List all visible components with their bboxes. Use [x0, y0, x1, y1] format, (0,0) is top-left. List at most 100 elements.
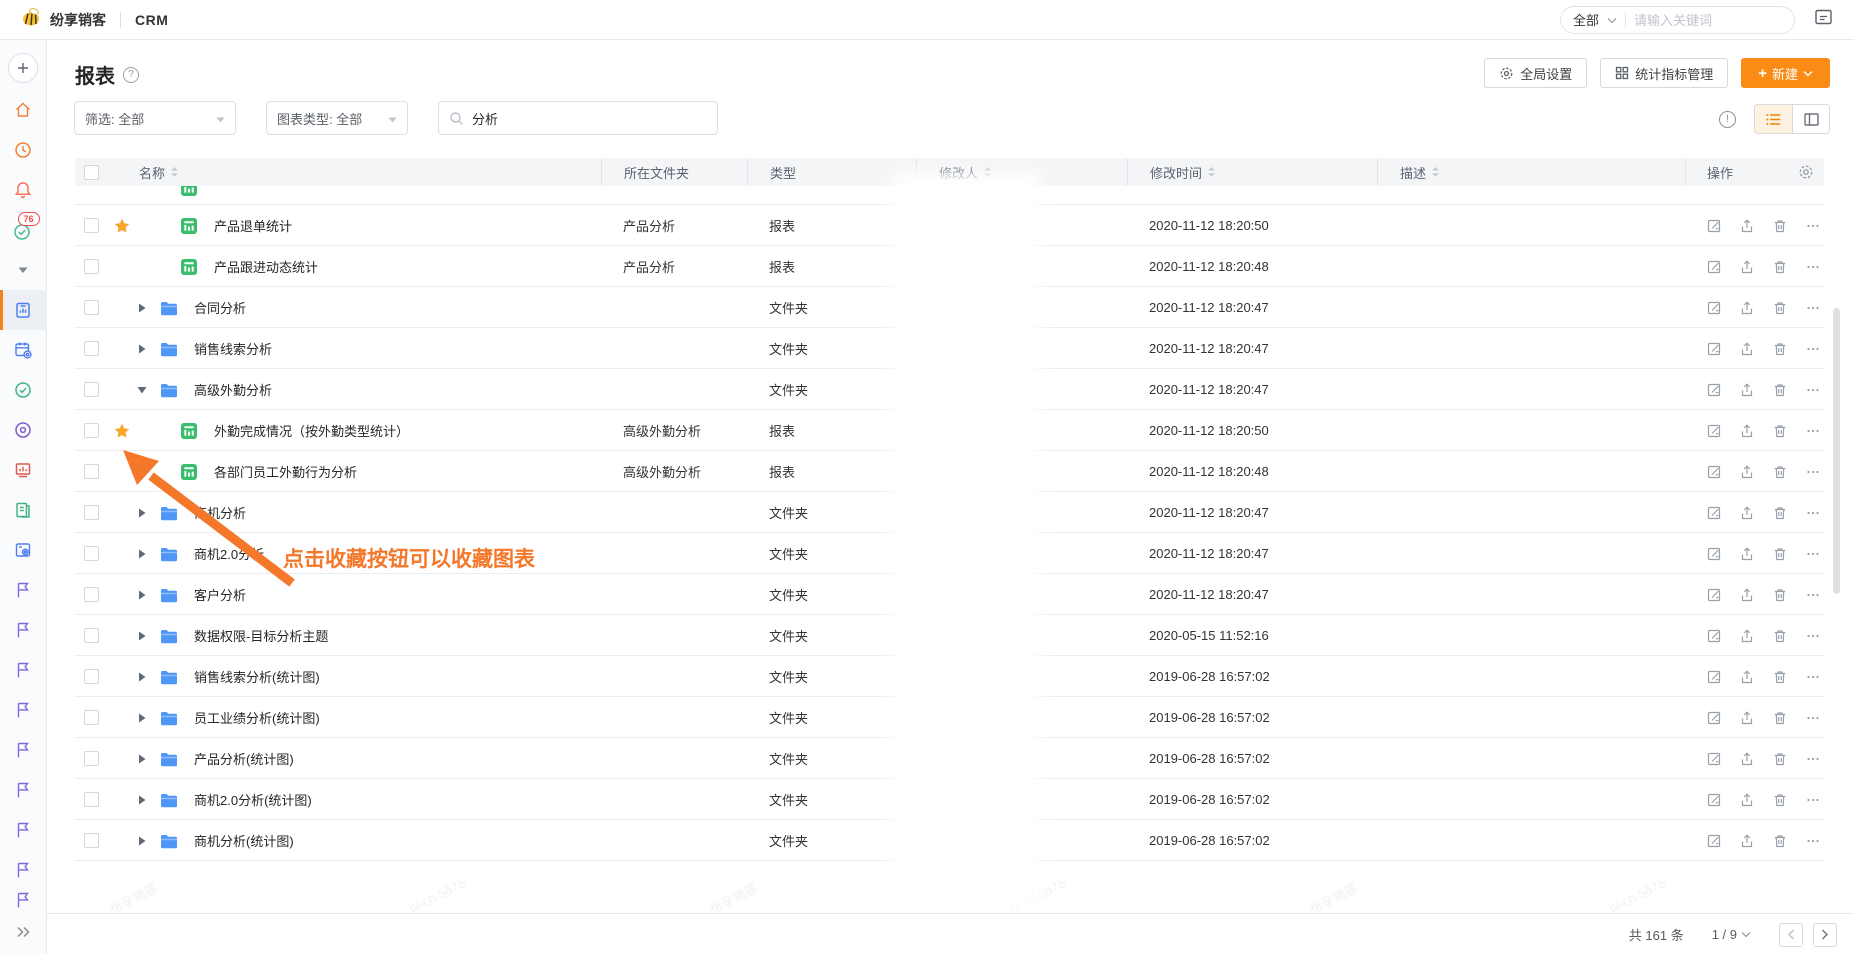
row-name[interactable]: 员工业绩分析(统计图)	[194, 708, 320, 727]
edit-icon[interactable]	[1706, 505, 1722, 521]
info-icon[interactable]: !	[1719, 111, 1736, 128]
more-icon[interactable]	[1805, 710, 1821, 726]
delete-icon[interactable]	[1772, 833, 1788, 849]
more-icon[interactable]	[1805, 423, 1821, 439]
expand-toggle[interactable]	[135, 713, 149, 723]
row-checkbox[interactable]	[84, 300, 99, 315]
vertical-scrollbar[interactable]	[1833, 308, 1840, 594]
metric-management-button[interactable]: 统计指标管理	[1600, 58, 1728, 88]
more-icon[interactable]	[1805, 341, 1821, 357]
sidebar-item-notifications[interactable]	[0, 170, 47, 210]
sidebar-item-flag-1[interactable]	[0, 570, 47, 610]
row-name[interactable]: 客户分析	[194, 585, 246, 604]
more-icon[interactable]	[1805, 382, 1821, 398]
edit-icon[interactable]	[1706, 587, 1722, 603]
row-name[interactable]: 销售线索分析(统计图)	[194, 667, 320, 686]
search-scope[interactable]: 全部	[1573, 10, 1599, 29]
row-checkbox[interactable]	[84, 751, 99, 766]
delete-icon[interactable]	[1772, 792, 1788, 808]
more-icon[interactable]	[1805, 751, 1821, 767]
share-icon[interactable]	[1739, 669, 1755, 685]
sidebar-item-schedule[interactable]	[0, 330, 47, 370]
column-header-desc[interactable]: 描述	[1400, 163, 1426, 182]
expand-toggle[interactable]	[135, 795, 149, 805]
sidebar-item-recent[interactable]	[0, 130, 47, 170]
edit-icon[interactable]	[1706, 382, 1722, 398]
sidebar-item-flag-2[interactable]	[0, 610, 47, 650]
share-icon[interactable]	[1739, 300, 1755, 316]
more-icon[interactable]	[1805, 300, 1821, 316]
column-header-modifier[interactable]: 修改人	[939, 163, 978, 182]
expand-toggle[interactable]	[135, 508, 149, 518]
edit-icon[interactable]	[1706, 833, 1722, 849]
row-name[interactable]: 外勤完成情况（按外勤类型统计）	[214, 421, 409, 440]
sidebar-item-bi[interactable]	[0, 450, 47, 490]
share-icon[interactable]	[1739, 218, 1755, 234]
share-icon[interactable]	[1739, 423, 1755, 439]
message-icon[interactable]	[1813, 7, 1834, 32]
sidebar-item-tasks[interactable]: 76	[0, 210, 47, 250]
row-name[interactable]: 产品分析(统计图)	[194, 749, 294, 768]
sidebar-item-reports[interactable]	[0, 290, 47, 330]
prev-page-button[interactable]	[1779, 923, 1803, 947]
delete-icon[interactable]	[1772, 300, 1788, 316]
sidebar-add-button[interactable]	[0, 46, 47, 90]
more-icon[interactable]	[1805, 259, 1821, 275]
more-icon[interactable]	[1805, 546, 1821, 562]
delete-icon[interactable]	[1772, 587, 1788, 603]
edit-icon[interactable]	[1706, 341, 1722, 357]
global-settings-button[interactable]: 全局设置	[1484, 58, 1587, 88]
expand-toggle[interactable]	[135, 386, 149, 394]
delete-icon[interactable]	[1772, 341, 1788, 357]
expand-toggle[interactable]	[135, 344, 149, 354]
chart-type-select[interactable]: 图表类型: 全部	[266, 101, 408, 135]
row-name[interactable]: 产品退单统计	[214, 216, 292, 235]
delete-icon[interactable]	[1772, 710, 1788, 726]
delete-icon[interactable]	[1772, 546, 1788, 562]
sidebar-item-home[interactable]	[0, 90, 47, 130]
row-checkbox[interactable]	[84, 382, 99, 397]
edit-icon[interactable]	[1706, 669, 1722, 685]
edit-icon[interactable]	[1706, 218, 1722, 234]
filter-select[interactable]: 筛选: 全部	[74, 101, 236, 135]
row-checkbox[interactable]	[84, 587, 99, 602]
more-icon[interactable]	[1805, 833, 1821, 849]
select-all-checkbox[interactable]	[84, 165, 99, 180]
edit-icon[interactable]	[1706, 300, 1722, 316]
row-name[interactable]: 商机2.0分析(统计图)	[194, 790, 312, 809]
edit-icon[interactable]	[1706, 423, 1722, 439]
share-icon[interactable]	[1739, 464, 1755, 480]
list-view-toggle[interactable]	[1755, 105, 1792, 133]
share-icon[interactable]	[1739, 751, 1755, 767]
delete-icon[interactable]	[1772, 218, 1788, 234]
share-icon[interactable]	[1739, 505, 1755, 521]
more-icon[interactable]	[1805, 218, 1821, 234]
row-name[interactable]: 销售线索分析	[194, 339, 272, 358]
column-settings-gear-icon[interactable]	[1798, 164, 1814, 180]
more-icon[interactable]	[1805, 587, 1821, 603]
brand[interactable]: 纷享销客	[20, 6, 106, 33]
sidebar-item-flag-4[interactable]	[0, 690, 47, 730]
row-checkbox[interactable]	[84, 341, 99, 356]
share-icon[interactable]	[1739, 546, 1755, 562]
sidebar-item-flag-8[interactable]	[0, 850, 47, 890]
chevron-down-icon[interactable]	[1741, 931, 1751, 938]
page-indicator[interactable]: 1 / 9	[1712, 927, 1737, 942]
share-icon[interactable]	[1739, 341, 1755, 357]
favorite-toggle[interactable]	[113, 217, 131, 235]
edit-icon[interactable]	[1706, 464, 1722, 480]
more-icon[interactable]	[1805, 792, 1821, 808]
more-icon[interactable]	[1805, 628, 1821, 644]
column-header-type[interactable]: 类型	[770, 163, 796, 182]
share-icon[interactable]	[1739, 710, 1755, 726]
sidebar-expand-button[interactable]	[0, 912, 47, 952]
row-checkbox[interactable]	[84, 423, 99, 438]
sidebar-item-flag-9[interactable]	[0, 890, 47, 912]
favorite-toggle[interactable]	[113, 422, 131, 440]
row-name[interactable]: 产品跟进动态统计	[214, 257, 318, 276]
share-icon[interactable]	[1739, 792, 1755, 808]
row-checkbox[interactable]	[84, 669, 99, 684]
row-checkbox[interactable]	[84, 505, 99, 520]
more-icon[interactable]	[1805, 669, 1821, 685]
delete-icon[interactable]	[1772, 464, 1788, 480]
